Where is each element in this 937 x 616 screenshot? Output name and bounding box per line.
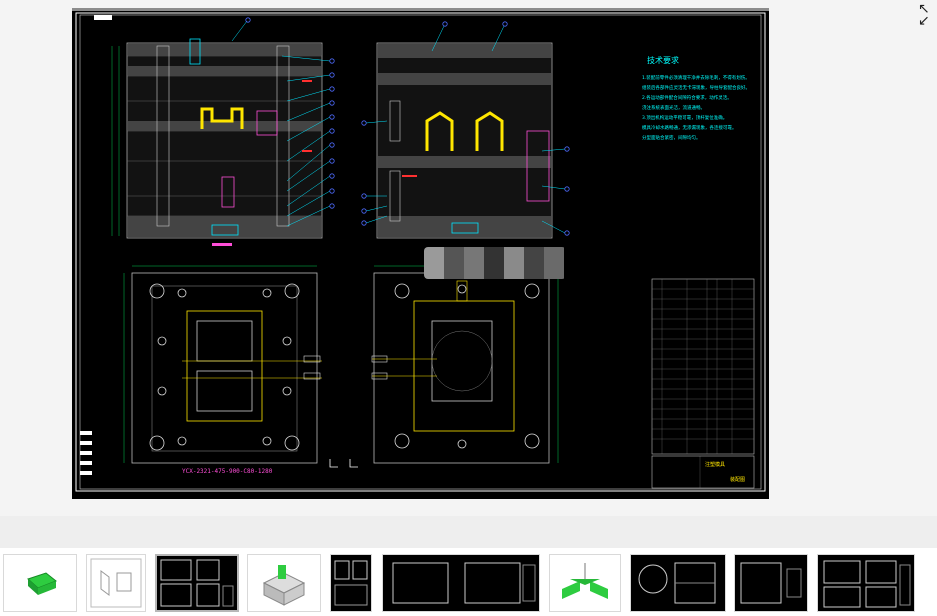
thumbnail-header-bar	[0, 516, 937, 548]
svg-text:分型面贴合紧密，间隙均匀。: 分型面贴合紧密，间隙均匀。	[642, 134, 701, 141]
blurred-watermark	[424, 247, 566, 279]
svg-text:浇注系统表面光洁，流道通畅。: 浇注系统表面光洁，流道通畅。	[642, 104, 705, 111]
svg-text:组装后各部件应灵活无卡滞现象，导柱导套配合良好。: 组装后各部件应灵活无卡滞现象，导柱导套配合良好。	[642, 84, 750, 91]
thumb-drawing-5[interactable]	[330, 554, 372, 612]
fullscreen-expand-icon[interactable]: ↖ ↙	[918, 1, 936, 28]
section-view-left	[111, 17, 335, 246]
tech-title: 技术要求	[647, 55, 679, 65]
thumb-drawing-9[interactable]	[734, 554, 808, 612]
main-drawing-image[interactable]: 技术要求 1.装配前零件必须清理干净并去除毛刺，不得有划伤。 组装后各部件应灵活…	[72, 8, 769, 499]
thumb-3d-mold[interactable]	[247, 554, 321, 612]
thumbnail-strip	[0, 549, 937, 616]
drawing-bottom-label: YCX-2321-475-900-C80-1280	[182, 468, 273, 475]
image-viewer: 技术要求 1.装配前零件必须清理干净并去除毛刺，不得有划伤。 组装后各部件应灵活…	[0, 0, 937, 516]
svg-text:模具冷却水路畅通，无渗漏现象，各连接可靠。: 模具冷却水路畅通，无渗漏现象，各连接可靠。	[642, 124, 737, 131]
thumb-drawing-10[interactable]	[817, 554, 915, 612]
section-view-right	[361, 21, 570, 239]
svg-text:2.各运动部件配合间隙符合要求，动作灵活。: 2.各运动部件配合间隙符合要求，动作灵活。	[642, 94, 732, 101]
svg-text:3.顶出机构运动平稳可靠，顶杆复位准确。: 3.顶出机构运动平稳可靠，顶杆复位准确。	[642, 114, 727, 121]
thumb-drawing-8[interactable]	[630, 554, 726, 612]
thumb-3d-part[interactable]	[3, 554, 77, 612]
thumb-assembly-drawing[interactable]	[155, 554, 239, 612]
thumb-drawing-6[interactable]	[382, 554, 540, 612]
title-block-sub: 装配图	[730, 476, 745, 483]
title-block-name: 注塑模具	[705, 461, 725, 468]
svg-text:1.装配前零件必须清理干净并去除毛刺，不得有划伤。: 1.装配前零件必须清理干净并去除毛刺，不得有划伤。	[642, 74, 750, 81]
thumb-3d-part-2[interactable]	[549, 554, 621, 612]
thumb-white-sheet[interactable]	[86, 554, 146, 612]
